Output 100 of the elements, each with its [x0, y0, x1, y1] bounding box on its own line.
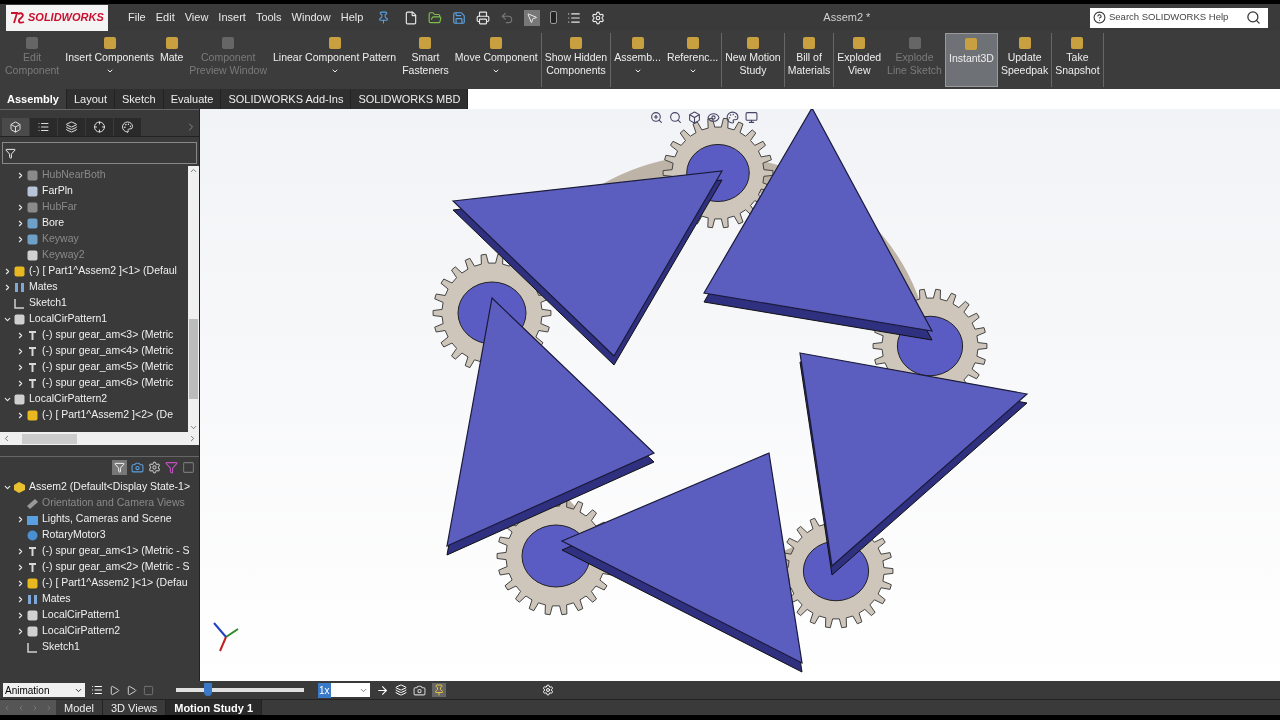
tree-item[interactable]: RotaryMotor3 — [42, 527, 106, 543]
ribbon-button[interactable]: Update Speedpak — [997, 33, 1052, 87]
tree-item[interactable]: LocalCirPattern1 — [42, 607, 121, 623]
undo-icon[interactable] — [500, 10, 515, 25]
ribbon-button[interactable]: Bill of Materials — [784, 33, 834, 87]
ribbon-button[interactable]: Mate — [157, 33, 187, 87]
tree-item[interactable]: Mates — [29, 279, 58, 295]
timeline-slider[interactable] — [174, 683, 306, 697]
view-toolbar-icon[interactable] — [669, 111, 682, 124]
select-pointer-icon[interactable] — [524, 9, 541, 26]
view-toolbar-icon[interactable] — [707, 111, 720, 124]
tree-item[interactable]: (-) [ Part1^Assem2 ]<1> (Defaul — [29, 263, 177, 279]
command-tab[interactable]: SOLIDWORKS Add-Ins — [221, 89, 352, 109]
print-icon[interactable] — [476, 10, 491, 25]
tree-item[interactable]: LocalCirPattern2 — [42, 623, 121, 639]
playback-speed-select[interactable]: 1x — [318, 683, 370, 697]
command-tab[interactable]: Layout — [67, 89, 115, 109]
caret-icon[interactable] — [492, 67, 501, 75]
traffic-light-icon[interactable] — [550, 11, 558, 24]
camera-icon[interactable] — [131, 460, 144, 474]
panel-tab-icon[interactable] — [58, 117, 85, 136]
scroll-thumb[interactable] — [189, 319, 198, 399]
settings-icon[interactable] — [148, 460, 161, 474]
scroll-down-icon[interactable] — [189, 423, 198, 432]
arrow-icon[interactable] — [376, 683, 389, 697]
scroll-right-icon[interactable] — [188, 434, 197, 443]
calculate-icon[interactable] — [91, 684, 103, 696]
menu-item[interactable]: Tools — [255, 9, 282, 26]
search-field[interactable]: Search SOLIDWORKS Help — [1090, 7, 1268, 28]
view-toolbar-icon[interactable] — [688, 111, 701, 124]
autokey-icon[interactable] — [432, 683, 446, 697]
tree-item[interactable]: (-) spur gear_am<5> (Metric — [42, 359, 174, 375]
tree-item[interactable]: Assem2 (Default<Display State-1> — [29, 479, 191, 495]
ribbon-button[interactable]: Take Snapshot — [1052, 33, 1103, 87]
tree-item[interactable]: (-) [ Part1^Assem2 ]<1> (Defau — [42, 575, 188, 591]
tree-item[interactable]: (-) spur gear_am<2> (Metric - S — [42, 559, 190, 575]
view-toolbar-icon[interactable] — [650, 111, 663, 124]
tree-item[interactable]: (-) spur gear_am<4> (Metric — [42, 343, 174, 359]
menu-item[interactable]: Insert — [218, 9, 246, 26]
scroll-up-icon[interactable] — [189, 166, 198, 175]
camera-icon[interactable] — [413, 683, 426, 697]
view-toolbar-icon[interactable] — [726, 111, 739, 124]
search-icon[interactable] — [1246, 10, 1261, 25]
view-toolbar-icon[interactable] — [745, 111, 758, 124]
tree-item[interactable]: Lights, Cameras and Scene — [42, 511, 172, 527]
tree-item[interactable]: Sketch1 — [42, 639, 80, 655]
ribbon-button[interactable]: Show Hidden Components — [541, 33, 611, 87]
menu-item[interactable]: View — [184, 9, 209, 26]
ribbon-button[interactable]: Move Component — [451, 33, 541, 87]
command-tab[interactable]: SOLIDWORKS MBD — [351, 89, 469, 109]
study-type-select[interactable]: Animation — [3, 683, 85, 697]
ribbon-button[interactable]: Assemb... — [611, 33, 664, 87]
command-tab[interactable]: Evaluate — [163, 89, 222, 109]
scroll-left-icon[interactable] — [2, 434, 11, 443]
bottom-tab[interactable]: Motion Study 1 — [166, 700, 263, 715]
ribbon-button[interactable]: Instant3D — [944, 33, 998, 87]
tree-item[interactable]: Bore — [42, 215, 65, 231]
play-from-start-icon[interactable] — [109, 684, 120, 696]
vertical-scrollbar[interactable] — [188, 166, 199, 432]
tree-item[interactable]: Sketch1 — [29, 295, 67, 311]
filter-icon[interactable] — [112, 459, 127, 475]
play-icon[interactable] — [126, 684, 137, 696]
menu-item[interactable]: Edit — [155, 9, 175, 26]
open-folder-icon[interactable] — [428, 10, 443, 25]
panel-tab-icon[interactable] — [30, 117, 57, 136]
panel-tab-icon[interactable] — [2, 117, 29, 136]
ribbon-button[interactable]: Referenc... — [663, 33, 722, 87]
menu-item[interactable]: Help — [340, 9, 364, 26]
tree-item[interactable]: (-) spur gear_am<1> (Metric - S — [42, 543, 190, 559]
caret-icon[interactable] — [688, 67, 697, 75]
tree-item[interactable]: (-) spur gear_am<3> (Metric — [42, 327, 174, 343]
tree-item[interactable]: FarPln — [42, 183, 73, 199]
tree-item[interactable]: (-) spur gear_am<6> (Metric — [42, 375, 174, 391]
menu-item[interactable]: File — [128, 9, 146, 26]
pin-icon[interactable] — [377, 11, 391, 24]
command-tab[interactable]: Sketch — [115, 89, 164, 109]
caret-icon[interactable] — [633, 67, 642, 75]
scroll-thumb[interactable] — [22, 433, 77, 444]
save-animation-icon[interactable] — [395, 684, 407, 696]
help-icon[interactable] — [1093, 11, 1106, 24]
ribbon-button[interactable]: Smart Fasteners — [399, 33, 452, 87]
save-icon[interactable] — [452, 10, 467, 25]
slider-thumb[interactable] — [204, 683, 212, 696]
list-icon[interactable] — [567, 10, 582, 25]
ribbon-button[interactable]: Exploded View — [834, 33, 885, 87]
tree-item[interactable]: LocalCirPattern1 — [29, 311, 108, 327]
ribbon-button[interactable]: Linear Component Pattern — [269, 33, 400, 87]
horizontal-scrollbar[interactable] — [0, 432, 199, 445]
ribbon-button[interactable]: New Motion Study — [722, 33, 784, 87]
caret-icon[interactable] — [105, 67, 114, 75]
tree-item[interactable]: (-) [ Part1^Assem2 ]<2> (De — [42, 407, 173, 423]
ribbon-button[interactable]: Insert Components — [62, 33, 157, 87]
panel-tab-icon[interactable] — [114, 117, 141, 136]
menu-item[interactable]: Window — [291, 9, 331, 26]
tree-item[interactable]: LocalCirPattern2 — [29, 391, 108, 407]
panel-tab-icon[interactable] — [86, 117, 113, 136]
new-document-icon[interactable] — [404, 10, 419, 25]
results-icon[interactable] — [182, 460, 195, 474]
tree-item[interactable]: Mates — [42, 591, 71, 607]
caret-icon[interactable] — [330, 67, 339, 75]
